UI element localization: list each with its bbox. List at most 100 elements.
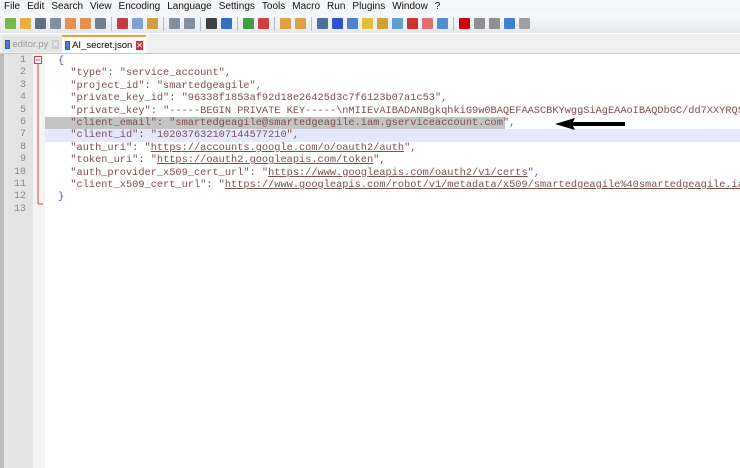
toolbar-separator bbox=[200, 16, 201, 31]
code-line[interactable]: "project_id": "smartedgeagile", bbox=[45, 80, 740, 92]
comma: , bbox=[379, 154, 386, 167]
code-line[interactable]: "type": "service_account", bbox=[45, 67, 740, 79]
toolbar-button-36-icon[interactable] bbox=[489, 18, 500, 29]
json-string-value: "96338f1853af92d18e26425d3c7f6123b07a1c5… bbox=[181, 92, 442, 105]
toolbar-button-35-icon[interactable] bbox=[474, 18, 485, 29]
toolbar-button-18-icon[interactable] bbox=[243, 18, 254, 29]
line-number: 9 bbox=[19, 154, 26, 166]
comma: , bbox=[441, 92, 448, 105]
close-icon[interactable]: ✕ bbox=[136, 40, 143, 50]
toolbar-button-0-icon[interactable] bbox=[5, 18, 16, 29]
toolbar-button-19-icon[interactable] bbox=[258, 18, 269, 29]
json-key: "client_id" bbox=[70, 129, 139, 142]
toolbar-button-9-icon[interactable] bbox=[132, 18, 143, 29]
tab-label: editor.py bbox=[12, 38, 49, 50]
colon: : bbox=[107, 67, 120, 80]
editor[interactable]: 1 {2 "type": "service_account", 3 "project… bbox=[0, 54, 740, 468]
code-line[interactable]: } bbox=[45, 191, 740, 203]
toolbar-button-22-icon[interactable] bbox=[295, 18, 306, 29]
toolbar-button-2-icon[interactable] bbox=[35, 18, 46, 29]
menu-file[interactable]: File bbox=[0, 0, 23, 14]
toolbar-button-37-icon[interactable] bbox=[504, 18, 515, 29]
code-line[interactable]: "private_key_id": "96338f1853af92d18e264… bbox=[45, 92, 740, 104]
tab-bar: editor.py ✕ AI_secret.json ✕ bbox=[0, 34, 740, 54]
menu-help[interactable]: ? bbox=[431, 0, 444, 14]
json-string-value: "smartedgeagile@smartedgeagile.iam.gserv… bbox=[169, 117, 510, 129]
comma: , bbox=[410, 141, 417, 154]
colon: : bbox=[206, 179, 219, 191]
toolbar-button-16-icon[interactable] bbox=[221, 18, 232, 29]
json-url-value[interactable]: https://oauth2.googleapis.com/token bbox=[157, 154, 373, 166]
colon: : bbox=[144, 79, 157, 92]
menu-view[interactable]: View bbox=[86, 0, 115, 14]
toolbar-button-26-icon[interactable] bbox=[347, 18, 358, 29]
json-key: "auth_uri" bbox=[70, 141, 133, 154]
toolbar-separator bbox=[453, 16, 454, 31]
toolbar-separator bbox=[274, 16, 275, 31]
colon: : bbox=[156, 117, 170, 129]
file-icon bbox=[5, 39, 11, 49]
toolbar-button-24-icon[interactable] bbox=[317, 18, 328, 29]
line-number: 8 bbox=[19, 141, 26, 153]
code-line[interactable]: "client_email": "smartedgeagile@smartedg… bbox=[45, 117, 515, 130]
toolbar-button-12-icon[interactable] bbox=[169, 18, 180, 29]
json-key: "token_uri" bbox=[70, 154, 139, 167]
json-key: "private_key" bbox=[70, 104, 151, 117]
code-line[interactable] bbox=[45, 204, 740, 216]
menu-encoding[interactable]: Encoding bbox=[115, 0, 164, 14]
toolbar-button-28-icon[interactable] bbox=[377, 18, 388, 29]
toolbar-button-13-icon[interactable] bbox=[184, 18, 195, 29]
menu-tools[interactable]: Tools bbox=[258, 0, 288, 14]
fold-marker-icon[interactable] bbox=[33, 54, 45, 214]
toolbar-button-34-icon[interactable] bbox=[459, 18, 470, 29]
toolbar-button-1-icon[interactable] bbox=[20, 18, 31, 29]
colon: : bbox=[138, 129, 151, 142]
colon: : bbox=[169, 92, 182, 105]
toolbar-button-6-icon[interactable] bbox=[95, 18, 106, 29]
toolbar-button-4-icon[interactable] bbox=[65, 18, 76, 29]
json-url-value[interactable]: https://accounts.google.com/o/oauth2/aut… bbox=[151, 142, 404, 154]
toolbar-button-27-icon[interactable] bbox=[362, 18, 373, 29]
toolbar-button-15-icon[interactable] bbox=[206, 18, 217, 29]
menu-edit[interactable]: Edit bbox=[23, 0, 47, 14]
menu-window[interactable]: Window bbox=[388, 0, 431, 14]
menu-search[interactable]: Search bbox=[47, 0, 86, 14]
toolbar-button-5-icon[interactable] bbox=[80, 18, 91, 29]
menu-settings[interactable]: Settings bbox=[215, 0, 258, 14]
json-url-value[interactable]: https://www.googleapis.com/oauth2/v1/cer… bbox=[268, 167, 528, 179]
menu-language[interactable]: Language bbox=[163, 0, 215, 14]
toolbar-button-8-icon[interactable] bbox=[117, 18, 128, 29]
toolbar-separator bbox=[237, 16, 238, 31]
code-line[interactable]: "client_id": "102037632107144577210", bbox=[45, 129, 740, 142]
comma: , bbox=[255, 79, 262, 92]
toolbar-button-30-icon[interactable] bbox=[407, 18, 418, 29]
code-line[interactable]: "auth_uri": "https://accounts.google.com… bbox=[45, 142, 740, 154]
toolbar-button-32-icon[interactable] bbox=[437, 18, 448, 29]
toolbar-separator bbox=[111, 16, 112, 31]
menu-macro[interactable]: Macro bbox=[288, 0, 323, 14]
menu-run[interactable]: Run bbox=[323, 0, 348, 14]
json-url-value[interactable]: https://www.googleapis.com/robot/v1/meta… bbox=[225, 179, 740, 191]
toolbar-button-25-icon[interactable] bbox=[332, 18, 343, 29]
toolbar-button-29-icon[interactable] bbox=[392, 18, 403, 29]
code-line[interactable]: "token_uri": "https://oauth2.googleapis.… bbox=[45, 154, 740, 166]
colon: : bbox=[249, 166, 262, 179]
toolbar-button-10-icon[interactable] bbox=[147, 18, 158, 29]
tab-editor-py[interactable]: editor.py ✕ bbox=[2, 36, 62, 52]
line-number: 7 bbox=[19, 129, 26, 141]
toolbar-button-38-icon[interactable] bbox=[519, 18, 530, 29]
tab-ai-secret-json[interactable]: AI_secret.json ✕ bbox=[62, 35, 146, 53]
code-line[interactable]: { bbox=[45, 55, 740, 67]
toolbar-button-3-icon[interactable] bbox=[50, 18, 61, 29]
colon: : bbox=[132, 141, 145, 154]
toolbar-button-21-icon[interactable] bbox=[280, 18, 291, 29]
code-line[interactable]: "auth_provider_x509_cert_url": "https://… bbox=[45, 167, 740, 179]
line-number: 11 bbox=[13, 179, 26, 190]
line-number: 10 bbox=[13, 166, 26, 178]
menu-plugins[interactable]: Plugins bbox=[348, 0, 388, 14]
toolbar-button-31-icon[interactable] bbox=[422, 18, 433, 29]
close-icon[interactable]: ✕ bbox=[52, 39, 59, 49]
code-line[interactable]: "client_x509_cert_url": "https://www.goo… bbox=[45, 179, 740, 191]
json-string-value: "-----BEGIN PRIVATE KEY-----\nMIIEvAIBAD… bbox=[163, 104, 740, 117]
code-line[interactable]: "private_key": "-----BEGIN PRIVATE KEY--… bbox=[45, 105, 740, 117]
